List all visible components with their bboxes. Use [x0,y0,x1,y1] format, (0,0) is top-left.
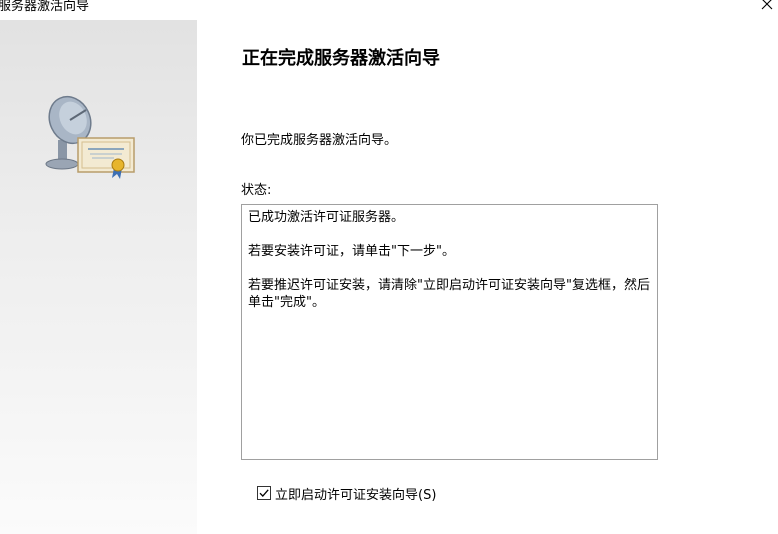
status-line: 已成功激活许可证服务器。 [248,210,405,225]
status-text-box[interactable]: 已成功激活许可证服务器。 若要安装许可证，请单击"下一步"。 若要推迟许可证安装… [241,204,658,460]
status-label: 状态: [241,183,272,198]
title-bar: 服务器激活向导 [0,0,778,14]
start-license-install-checkbox[interactable] [257,486,271,500]
wizard-intro-text: 你已完成服务器激活向导。 [241,133,398,148]
server-certificate-icon [45,95,135,179]
wizard-heading: 正在完成服务器激活向导 [242,48,440,69]
status-line: 若要安装许可证，请单击"下一步"。 [248,244,455,259]
start-license-install-checkbox-row[interactable]: 立即启动许可证安装向导(S) [257,484,437,503]
wizard-side-panel [0,20,197,534]
close-icon [761,0,773,10]
checkmark-icon [259,489,269,497]
start-license-install-label: 立即启动许可证安装向导(S) [275,487,437,503]
status-line: 若要推迟许可证安装，请清除"立即启动许可证安装向导"复选框，然后单击"完成"。 [248,278,650,310]
window-title: 服务器激活向导 [0,0,90,14]
close-button[interactable] [756,0,778,14]
